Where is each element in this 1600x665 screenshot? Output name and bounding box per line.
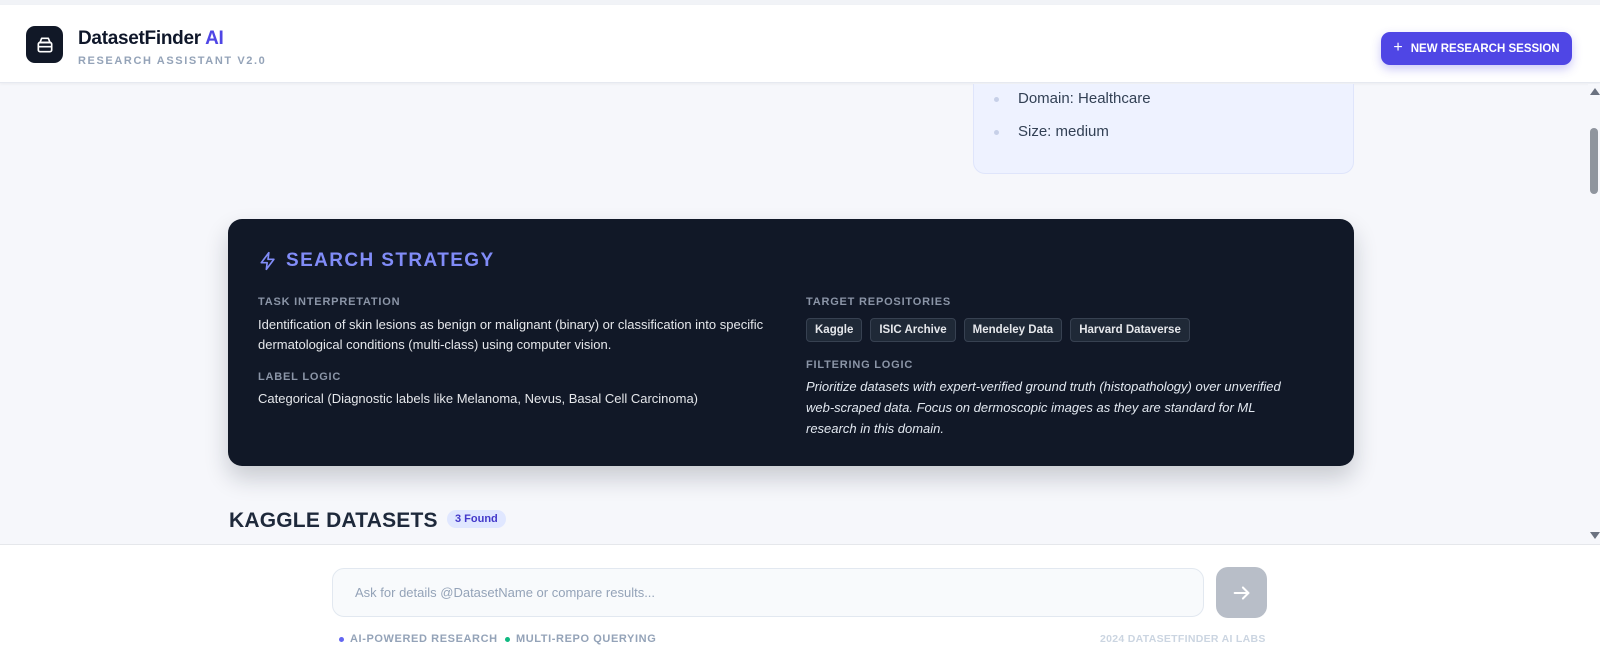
bullet-icon — [994, 130, 999, 135]
archive-icon — [37, 37, 53, 52]
multi-repo-text: MULTI-REPO QUERYING — [516, 633, 657, 645]
brand-ai: AI — [205, 28, 224, 49]
label-logic-text: Categorical (Diagnostic labels like Mela… — [258, 391, 699, 406]
summary-list: Domain: Healthcare Size: medium — [994, 90, 1151, 156]
scrollbar[interactable] — [1588, 84, 1600, 544]
scroll-up-arrow-icon[interactable] — [1590, 88, 1600, 95]
status-dot-icon — [339, 636, 344, 642]
repo-tag-harvard-dataverse: Harvard Dataverse — [1070, 318, 1190, 342]
filtering-logic-label: FILTERING LOGIC — [806, 359, 914, 371]
summary-item: Domain: Healthcare — [994, 90, 1151, 123]
label-logic-label: LABEL LOGIC — [258, 371, 342, 383]
chat-footer: AI-POWERED RESEARCH MULTI-REPO QUERYING … — [0, 544, 1600, 665]
ai-research-badge: AI-POWERED RESEARCH — [339, 633, 498, 645]
kaggle-datasets-heading: KAGGLE DATASETS — [229, 509, 438, 532]
status-dot-icon — [505, 636, 510, 642]
copyright: 2024 DATASETFINDER AI LABS — [1100, 633, 1266, 645]
plus-icon: + — [1393, 38, 1403, 56]
tagline: RESEARCH ASSISTANT V2.0 — [78, 55, 267, 67]
found-count-badge: 3 Found — [447, 510, 506, 528]
new-research-session-button[interactable]: + NEW RESEARCH SESSION — [1381, 32, 1572, 65]
bolt-icon — [260, 251, 275, 271]
new-session-label: NEW RESEARCH SESSION — [1410, 42, 1560, 55]
repository-tags: Kaggle ISIC Archive Mendeley Data Harvar… — [806, 318, 1190, 342]
task-interpretation-label: TASK INTERPRETATION — [258, 296, 401, 308]
arrow-right-icon — [1233, 585, 1249, 600]
repo-tag-mendeley-data: Mendeley Data — [963, 318, 1063, 342]
bullet-icon — [994, 97, 999, 102]
search-strategy-card: SEARCH STRATEGY TASK INTERPRETATION Iden… — [228, 219, 1354, 466]
scrollbar-thumb[interactable] — [1590, 128, 1598, 194]
repo-tag-kaggle: Kaggle — [806, 318, 863, 342]
task-interpretation-text: Identification of skin lesions as benign… — [258, 317, 764, 352]
chat-input[interactable] — [332, 568, 1204, 617]
scroll-down-arrow-icon[interactable] — [1590, 532, 1600, 539]
summary-item-text: Domain: Healthcare — [1018, 90, 1151, 107]
filtering-logic-text: Prioritize datasets with expert-verified… — [806, 379, 1281, 436]
main-content[interactable]: Domain: Healthcare Size: medium SEARCH S… — [0, 84, 1588, 544]
multi-repo-badge: MULTI-REPO QUERYING — [505, 633, 656, 645]
logo[interactable] — [26, 26, 63, 63]
strategy-title-text: SEARCH STRATEGY — [286, 250, 495, 271]
repo-tag-isic-archive: ISIC Archive — [870, 318, 956, 342]
summary-item-text: Size: medium — [1018, 123, 1109, 140]
brand-text: DatasetFinder — [78, 28, 201, 49]
summary-item: Size: medium — [994, 123, 1151, 156]
brand-name: DatasetFinder AI — [78, 28, 224, 50]
target-repositories-label: TARGET REPOSITORIES — [806, 296, 951, 308]
send-button[interactable] — [1216, 567, 1267, 618]
ai-research-text: AI-POWERED RESEARCH — [350, 633, 498, 645]
strategy-title: SEARCH STRATEGY — [258, 250, 495, 272]
query-summary-card: Domain: Healthcare Size: medium — [973, 84, 1354, 174]
app-header: DatasetFinder AI RESEARCH ASSISTANT V2.0… — [0, 5, 1600, 83]
